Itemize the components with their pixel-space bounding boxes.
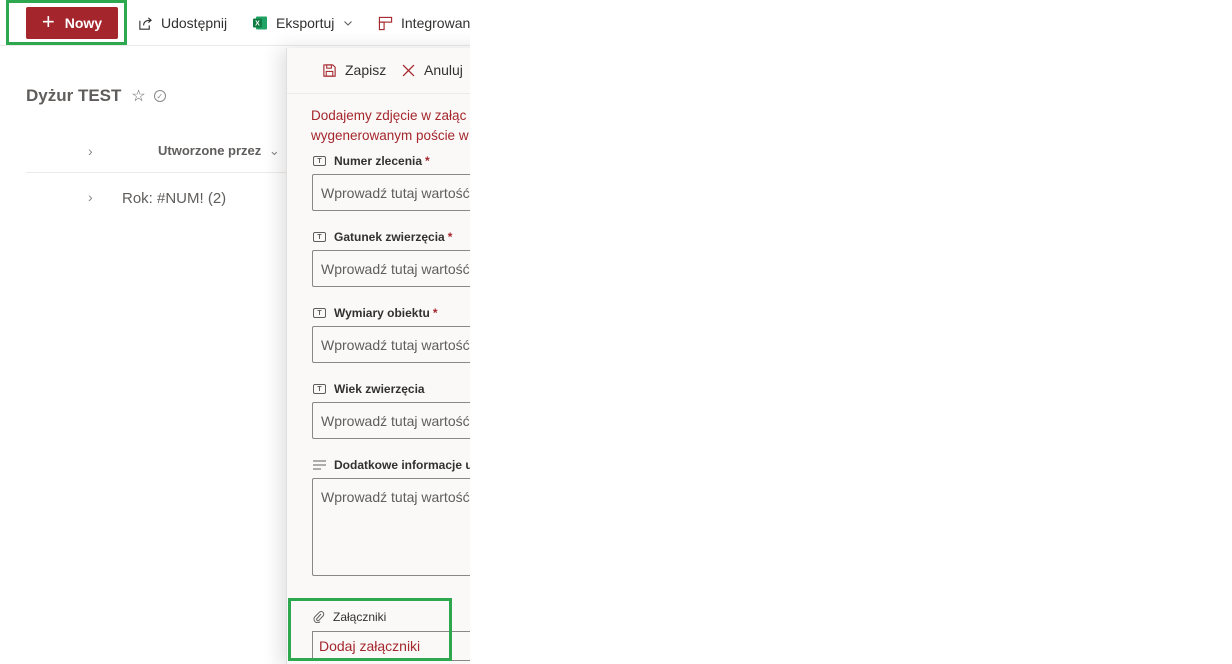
star-icon[interactable]: ☆ (131, 86, 145, 106)
list-title: Dyżur TEST ☆ ✓ (26, 86, 166, 106)
notice-line-2: wygenerowanym poście w (311, 128, 469, 143)
close-icon (400, 62, 416, 78)
excel-icon: X (252, 15, 268, 31)
text-field-icon: T (313, 156, 326, 166)
integrate-button[interactable]: Integrowan (377, 12, 470, 34)
export-button[interactable]: X Eksportuj (252, 12, 353, 34)
wymiary-obiektu-input[interactable]: Wprowadź tutaj wartość (312, 326, 470, 363)
field-label-text: Dodatkowe informacje ur (334, 458, 470, 472)
chevron-down-icon: ⌄ (268, 143, 280, 158)
new-item-panel: Zapisz Anuluj Dodajemy zdjęcie w załąc w… (286, 48, 470, 664)
share-button[interactable]: Udostępnij (137, 12, 227, 34)
text-field-icon: T (313, 232, 326, 242)
numer-zlecenia-input[interactable]: Wprowadź tutaj wartość (312, 174, 470, 211)
multiline-field-icon (313, 460, 326, 470)
chevron-down-icon (343, 15, 353, 31)
required-marker: * (447, 230, 453, 244)
notice-line-1: Dodajemy zdjęcie w załąc (311, 108, 467, 123)
field-label-wymiary-obiektu: T Wymiary obiektu * (313, 306, 437, 320)
field-label-text: Wymiary obiektu (334, 306, 430, 320)
field-label-text: Wiek zwierzęcia (334, 382, 425, 396)
required-marker: * (432, 306, 438, 320)
field-label-dodatkowe-informacje: Dodatkowe informacje ur (313, 458, 470, 472)
chevron-right-icon[interactable]: › (88, 143, 93, 159)
share-icon (137, 15, 153, 31)
text-field-icon: T (313, 384, 326, 394)
list-title-text: Dyżur TEST (26, 86, 122, 105)
integrate-label: Integrowan (401, 15, 470, 31)
wiek-zwierzecia-input[interactable]: Wprowadź tutaj wartość (312, 402, 470, 439)
cancel-label: Anuluj (424, 62, 463, 78)
check-circle-icon[interactable]: ✓ (153, 90, 166, 102)
field-label-wiek-zwierzecia: T Wiek zwierzęcia (313, 382, 425, 396)
field-label-gatunek-zwierzecia: T Gatunek zwierzęcia * (313, 230, 452, 244)
highlight-new-button (6, 0, 127, 45)
field-label-text: Gatunek zwierzęcia (334, 230, 445, 244)
save-label: Zapisz (345, 62, 387, 78)
gatunek-zwierzecia-input[interactable]: Wprowadź tutaj wartość (312, 250, 470, 287)
group-row[interactable]: › Rok: #NUM! (2) (26, 185, 296, 215)
text-field-icon: T (313, 308, 326, 318)
field-label-numer-zlecenia: T Numer zlecenia * (313, 154, 430, 168)
save-button[interactable]: Zapisz (321, 62, 386, 78)
field-label-text: Numer zlecenia (334, 154, 423, 168)
panel-notice: Dodajemy zdjęcie w załąc wygenerowanym p… (311, 106, 470, 146)
highlight-attachments (288, 598, 452, 661)
column-created-by-label: Utworzone przez (158, 143, 262, 158)
panel-command-bar: Zapisz Anuluj (287, 48, 470, 94)
save-icon (321, 62, 337, 78)
required-marker: * (425, 154, 430, 168)
chevron-right-icon[interactable]: › (88, 189, 93, 205)
svg-text:X: X (255, 21, 260, 28)
viewport: + Nowy Udostępnij X Eksportuj Integrowan (0, 0, 470, 664)
column-header-row: › Utworzone przez ⌄ (26, 135, 296, 173)
export-label: Eksportuj (276, 15, 335, 31)
dodatkowe-informacje-textarea[interactable]: Wprowadź tutaj wartość (312, 478, 470, 576)
group-label: Rok: #NUM! (2) (122, 190, 227, 207)
share-label: Udostępnij (161, 15, 228, 31)
column-created-by[interactable]: Utworzone przez ⌄ (158, 143, 280, 159)
integrate-icon (377, 15, 393, 31)
cancel-button[interactable]: Anuluj (400, 62, 463, 78)
